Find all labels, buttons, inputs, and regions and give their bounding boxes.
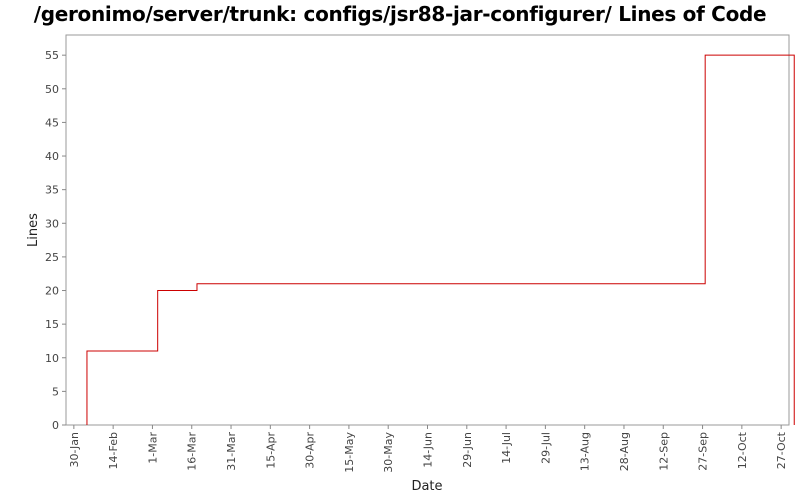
data-point xyxy=(704,54,706,56)
x-axis-title: Date xyxy=(411,479,442,494)
x-tick-label: 27-Sep xyxy=(697,432,710,471)
y-axis-title: Lines xyxy=(26,213,41,247)
y-tick-label: 30 xyxy=(45,217,59,230)
x-tick-label: 30-Jan xyxy=(68,432,81,468)
x-tick-label: 14-Jul xyxy=(500,432,513,464)
x-tick-label: 15-Apr xyxy=(264,432,277,469)
x-tick-label: 27-Oct xyxy=(775,431,788,469)
x-tick-label: 29-Jun xyxy=(461,432,474,468)
x-tick-label: 15-May xyxy=(343,432,356,473)
x-tick-label: 14-Feb xyxy=(107,432,120,469)
y-axis: 0 5 10 15 20 25 30 35 40 45 50 55 xyxy=(45,49,66,432)
x-tick-label: 13-Aug xyxy=(579,432,592,471)
x-axis: 30-Jan 14-Feb 1-Mar 16-Mar 31-Mar 15-Apr 30-Ap… xyxy=(68,425,788,473)
x-tick-label: 12-Oct xyxy=(736,431,749,469)
x-tick-label: 30-Apr xyxy=(304,432,317,469)
data-point xyxy=(793,54,795,56)
y-tick-label: 25 xyxy=(45,251,59,264)
y-tick-label: 45 xyxy=(45,116,59,129)
y-tick-label: 55 xyxy=(45,49,59,62)
x-tick-label: 12-Sep xyxy=(657,432,670,471)
x-tick-label: 1-Mar xyxy=(146,432,159,464)
x-tick-label: 31-Mar xyxy=(225,432,238,471)
x-tick-label: 16-Mar xyxy=(186,432,199,471)
y-tick-label: 40 xyxy=(45,150,59,163)
y-tick-label: 5 xyxy=(52,385,59,398)
data-point xyxy=(86,350,88,352)
data-point xyxy=(156,289,158,291)
y-tick-label: 10 xyxy=(45,352,59,365)
x-tick-label: 29-Jul xyxy=(539,432,552,464)
data-point xyxy=(86,424,88,426)
y-tick-label: 50 xyxy=(45,83,59,96)
y-tick-label: 15 xyxy=(45,318,59,331)
data-point xyxy=(196,283,198,285)
y-tick-label: 35 xyxy=(45,184,59,197)
y-tick-label: 0 xyxy=(52,419,59,432)
x-tick-label: 28-Aug xyxy=(618,432,631,471)
x-tick-label: 14-Jun xyxy=(422,432,435,468)
plot-area xyxy=(65,34,790,426)
data-point xyxy=(793,424,795,426)
x-tick-label: 30-May xyxy=(382,432,395,473)
y-tick-label: 20 xyxy=(45,285,59,298)
chart: 0 5 10 15 20 25 30 35 40 45 50 55 30-Jan 14-Feb 1-Mar… xyxy=(26,34,795,494)
